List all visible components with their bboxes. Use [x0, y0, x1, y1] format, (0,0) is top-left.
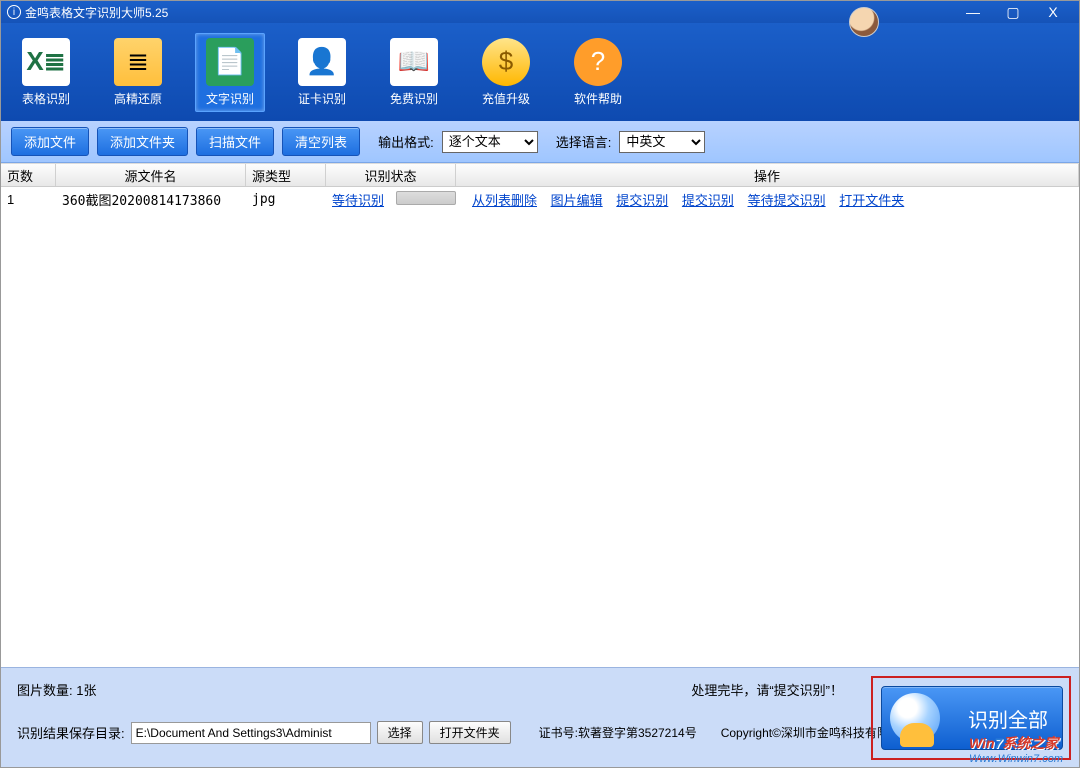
cell-file: 360截图20200814173860	[56, 190, 246, 209]
table-body: 1 360截图20200814173860 jpg 等待识别 从列表删除 图片编…	[1, 187, 1079, 667]
language-select[interactable]: 中英文	[619, 131, 705, 153]
op-wait-submit[interactable]: 等待提交识别	[748, 193, 826, 208]
toolbar-label: 证卡识别	[298, 90, 346, 107]
app-window: i 金鸣表格文字识别大师5.25 — ▢ X X≣ 表格识别 ≣ 高精还原 📄 …	[0, 0, 1080, 768]
excel-icon: X≣	[22, 38, 70, 86]
toolbar-table-ocr[interactable]: X≣ 表格识别	[11, 34, 81, 111]
op-edit-image[interactable]: 图片编辑	[551, 193, 603, 208]
app-icon: i	[7, 5, 21, 19]
footer: 图片数量: 1张 处理完毕，请“提交识别”！ 识别结果保存目录: 选择 打开文件…	[1, 667, 1079, 767]
toolbar-label: 高精还原	[114, 90, 162, 107]
output-format-select[interactable]: 逐个文本	[442, 131, 538, 153]
add-folder-button[interactable]: 添加文件夹	[97, 127, 188, 156]
toolbar-label: 表格识别	[22, 90, 70, 107]
window-controls: — ▢ X	[953, 1, 1073, 23]
save-dir-label: 识别结果保存目录:	[17, 723, 125, 742]
cert-number: 证书号:软著登字第3527214号	[539, 724, 697, 741]
cell-page: 1	[1, 192, 56, 207]
help-icon: ?	[574, 38, 622, 86]
op-open-folder[interactable]: 打开文件夹	[839, 193, 904, 208]
text-icon: 📄	[206, 38, 254, 86]
main-toolbar: X≣ 表格识别 ≣ 高精还原 📄 文字识别 👤 证卡识别 📖 免费识别 $ 充值…	[1, 23, 1079, 121]
col-type: 源类型	[246, 164, 326, 186]
toolbar-label: 充值升级	[482, 90, 530, 107]
toolbar-label: 软件帮助	[574, 90, 622, 107]
toolbar-label: 文字识别	[206, 90, 254, 107]
recognize-all-label: 识别全部	[968, 704, 1048, 733]
cell-type: jpg	[246, 192, 326, 207]
op-remove[interactable]: 从列表删除	[472, 193, 537, 208]
action-bar: 添加文件 添加文件夹 扫描文件 清空列表 输出格式: 逐个文本 选择语言: 中英…	[1, 121, 1079, 163]
user-avatar[interactable]	[849, 7, 879, 37]
open-folder-button[interactable]: 打开文件夹	[429, 721, 511, 744]
image-count: 图片数量: 1张	[17, 680, 96, 699]
col-ops: 操作	[456, 164, 1079, 186]
watermark: Win7系统之家 Www.Winwin7.com	[969, 733, 1063, 765]
table-row: 1 360截图20200814173860 jpg 等待识别 从列表删除 图片编…	[1, 187, 1079, 211]
col-status: 识别状态	[326, 164, 456, 186]
toolbar-recharge[interactable]: $ 充值升级	[471, 34, 541, 111]
close-button[interactable]: X	[1033, 1, 1073, 23]
minimize-button[interactable]: —	[953, 1, 993, 23]
op-submit-1[interactable]: 提交识别	[616, 193, 668, 208]
table-header: 页数 源文件名 源类型 识别状态 操作	[1, 163, 1079, 187]
book-icon: 📖	[390, 38, 438, 86]
window-title: 金鸣表格文字识别大师5.25	[25, 4, 168, 21]
idcard-icon: 👤	[298, 38, 346, 86]
toolbar-high-precision[interactable]: ≣ 高精还原	[103, 34, 173, 111]
document-icon: ≣	[114, 38, 162, 86]
toolbar-help[interactable]: ? 软件帮助	[563, 34, 633, 111]
scan-file-button[interactable]: 扫描文件	[196, 127, 274, 156]
toolbar-free-ocr[interactable]: 📖 免费识别	[379, 34, 449, 111]
language-label: 选择语言:	[556, 132, 612, 151]
choose-dir-button[interactable]: 选择	[377, 721, 423, 744]
save-dir-input[interactable]	[131, 722, 371, 744]
clear-list-button[interactable]: 清空列表	[282, 127, 360, 156]
op-submit-2[interactable]: 提交识别	[682, 193, 734, 208]
col-page: 页数	[1, 164, 56, 186]
output-format-label: 输出格式:	[378, 132, 434, 151]
toolbar-label: 免费识别	[390, 90, 438, 107]
person-icon	[900, 723, 934, 747]
titlebar: i 金鸣表格文字识别大师5.25 — ▢ X	[1, 1, 1079, 23]
col-file: 源文件名	[56, 164, 246, 186]
toolbar-text-ocr[interactable]: 📄 文字识别	[195, 33, 265, 112]
coin-icon: $	[482, 38, 530, 86]
progress-bar	[396, 191, 456, 205]
status-link[interactable]: 等待识别	[332, 193, 384, 208]
cell-ops: 从列表删除 图片编辑 提交识别 提交识别 等待提交识别 打开文件夹	[466, 190, 1079, 209]
cell-status: 等待识别	[326, 190, 466, 209]
status-message: 处理完毕，请“提交识别”！	[691, 680, 843, 699]
add-file-button[interactable]: 添加文件	[11, 127, 89, 156]
maximize-button[interactable]: ▢	[993, 1, 1033, 23]
toolbar-id-card[interactable]: 👤 证卡识别	[287, 34, 357, 111]
